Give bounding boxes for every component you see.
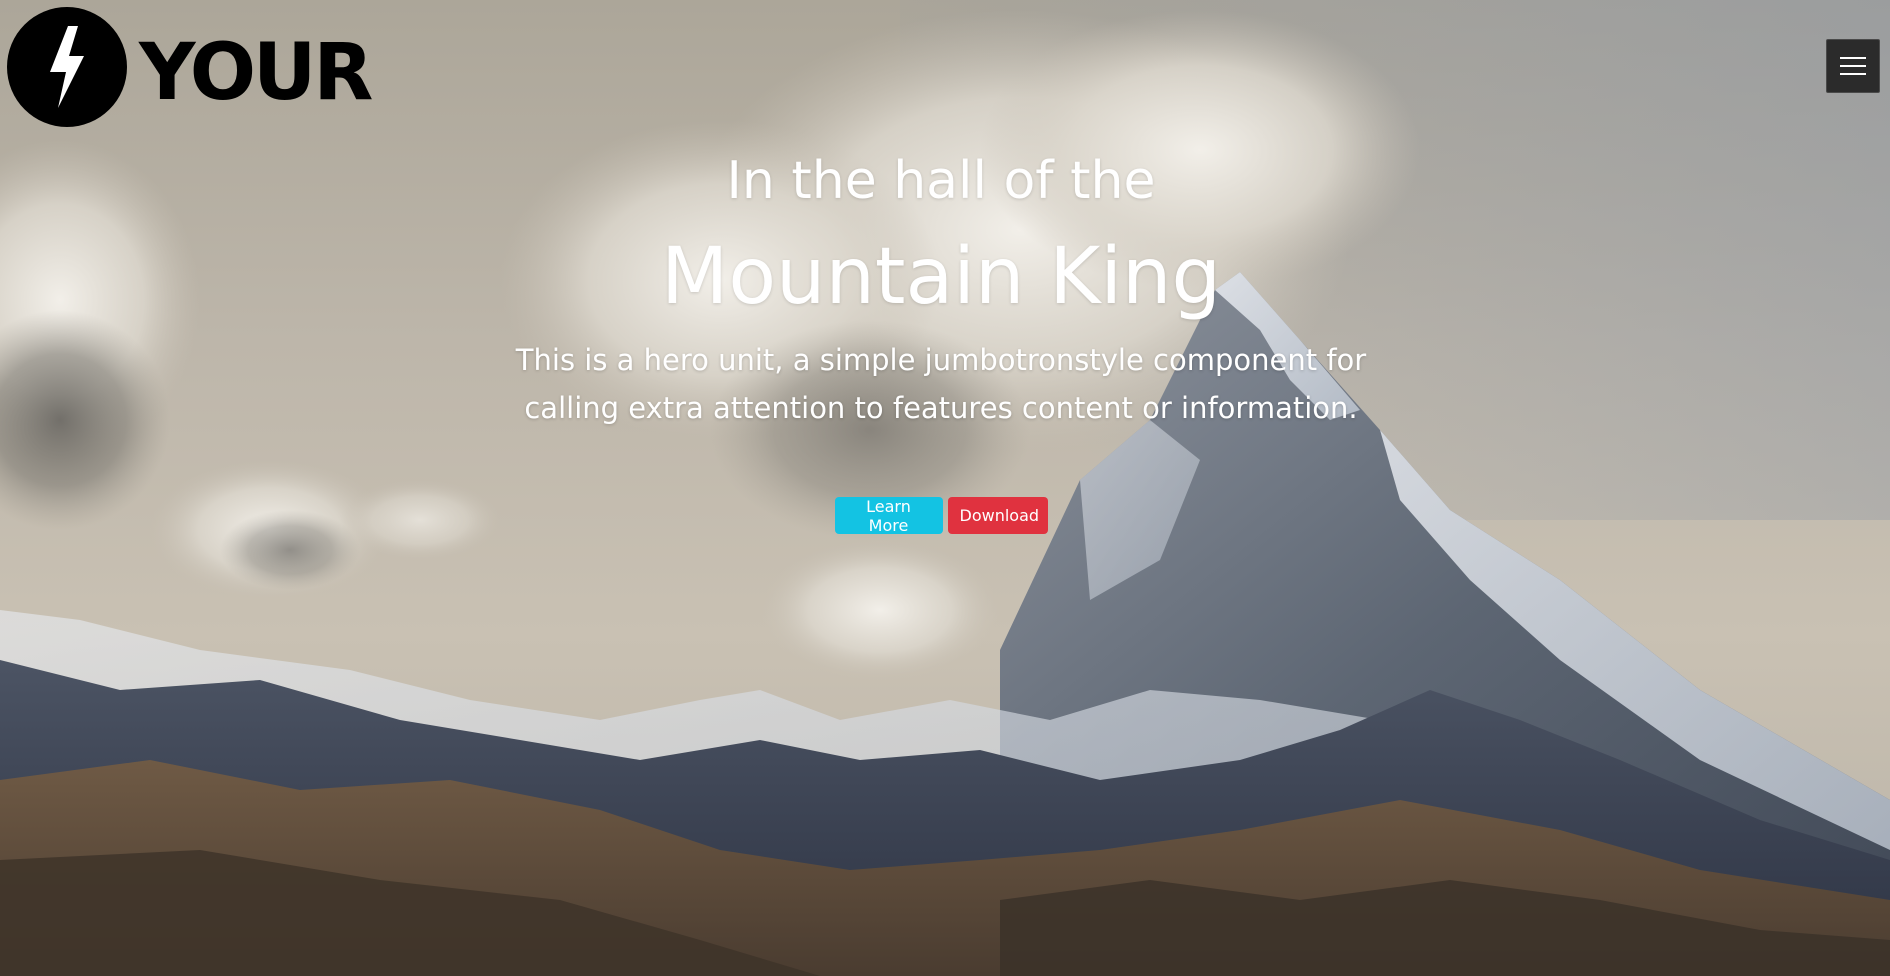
hero-eyebrow: In the hall of the	[726, 151, 1156, 211]
mountain-background-image	[0, 0, 1890, 976]
hamburger-menu-icon	[1840, 57, 1866, 75]
hero-buttons: Learn More Download	[0, 497, 1882, 535]
learn-more-button[interactable]: Learn More	[834, 497, 943, 535]
hero-section: YOUR In the hall of the Mountain King Th…	[0, 0, 1890, 976]
hero-title: Mountain King	[661, 232, 1221, 322]
hero-lead: This is a hero unit, a simple jumbotrons…	[515, 343, 1367, 425]
brand-logo[interactable]: YOUR	[7, 7, 373, 127]
brand-logo-text: YOUR	[139, 28, 373, 118]
lightning-bolt-icon	[7, 7, 127, 127]
hamburger-menu-button[interactable]	[1826, 39, 1880, 93]
download-button[interactable]: Download	[947, 497, 1048, 534]
